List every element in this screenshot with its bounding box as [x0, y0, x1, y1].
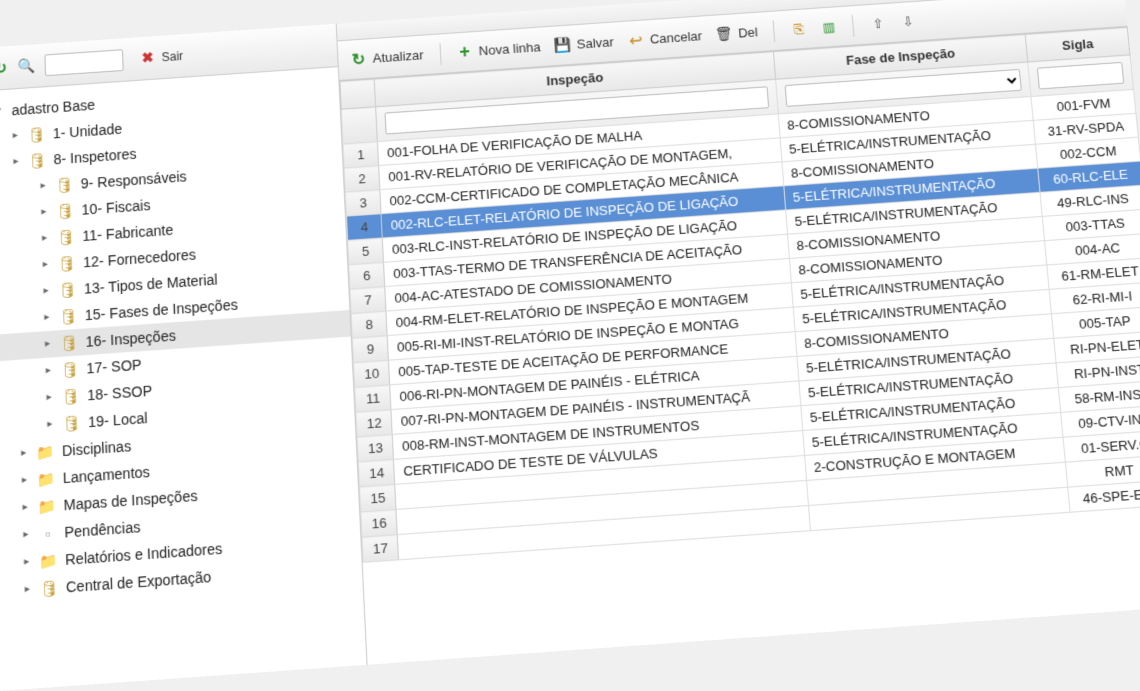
db-icon — [61, 361, 78, 379]
cancel-button[interactable]: Cancelar — [627, 28, 702, 49]
filter-sigla-input[interactable] — [1037, 62, 1124, 90]
db-icon — [28, 126, 45, 143]
main-panel: PIPECONTROL Atualizar Nova linha Salvar … — [337, 0, 1140, 665]
delete-button[interactable]: Del — [716, 24, 759, 43]
columns-icon[interactable]: ▥ — [820, 19, 837, 36]
save-icon — [554, 37, 571, 54]
folder-icon — [37, 443, 54, 461]
folder-icon — [38, 497, 55, 515]
folder-icon — [40, 552, 57, 570]
save-button[interactable]: Salvar — [554, 34, 614, 54]
folder-icon — [38, 470, 55, 488]
db-icon — [58, 255, 75, 272]
tree: adastro Base 1- Unidade8- Inspetores9- R… — [0, 67, 363, 619]
db-icon — [41, 579, 58, 597]
move-up-icon[interactable] — [869, 15, 886, 32]
db-icon — [60, 308, 77, 325]
exit-label: Sair — [161, 49, 183, 64]
db-icon — [62, 388, 79, 406]
add-icon — [456, 44, 473, 61]
db-icon — [57, 202, 74, 219]
refresh-button[interactable]: Atualizar — [350, 47, 424, 68]
exit-button[interactable]: Sair — [139, 48, 183, 67]
sidebar: Sair adastro Base 1- Unidade8- Inspetore… — [0, 24, 368, 691]
new-row-button[interactable]: Nova linha — [456, 39, 541, 61]
close-icon — [139, 49, 156, 66]
refresh-icon[interactable] — [0, 60, 9, 77]
node-icon — [39, 525, 56, 543]
grid-wrap[interactable]: Inspeção Fase de Inspeção Sigla 1001-FOL… — [339, 27, 1140, 665]
db-icon — [29, 152, 46, 169]
refresh-icon — [350, 51, 367, 68]
db-icon — [63, 414, 80, 432]
tree-item-label: 19- Local — [88, 404, 148, 435]
export-icon[interactable]: ⎘ — [790, 21, 807, 38]
db-icon — [61, 334, 78, 352]
sidebar-search-input[interactable] — [44, 49, 123, 76]
db-icon — [56, 176, 73, 193]
col-num[interactable] — [340, 79, 376, 109]
search-icon[interactable] — [18, 58, 35, 75]
db-icon — [59, 281, 76, 298]
tree-item-label: 17- SOP — [86, 351, 142, 382]
trash-icon — [716, 26, 733, 43]
cancel-icon — [627, 32, 644, 49]
move-down-icon[interactable] — [899, 13, 916, 30]
db-icon — [58, 228, 75, 245]
data-grid: Inspeção Fase de Inspeção Sigla 1001-FOL… — [339, 27, 1140, 563]
